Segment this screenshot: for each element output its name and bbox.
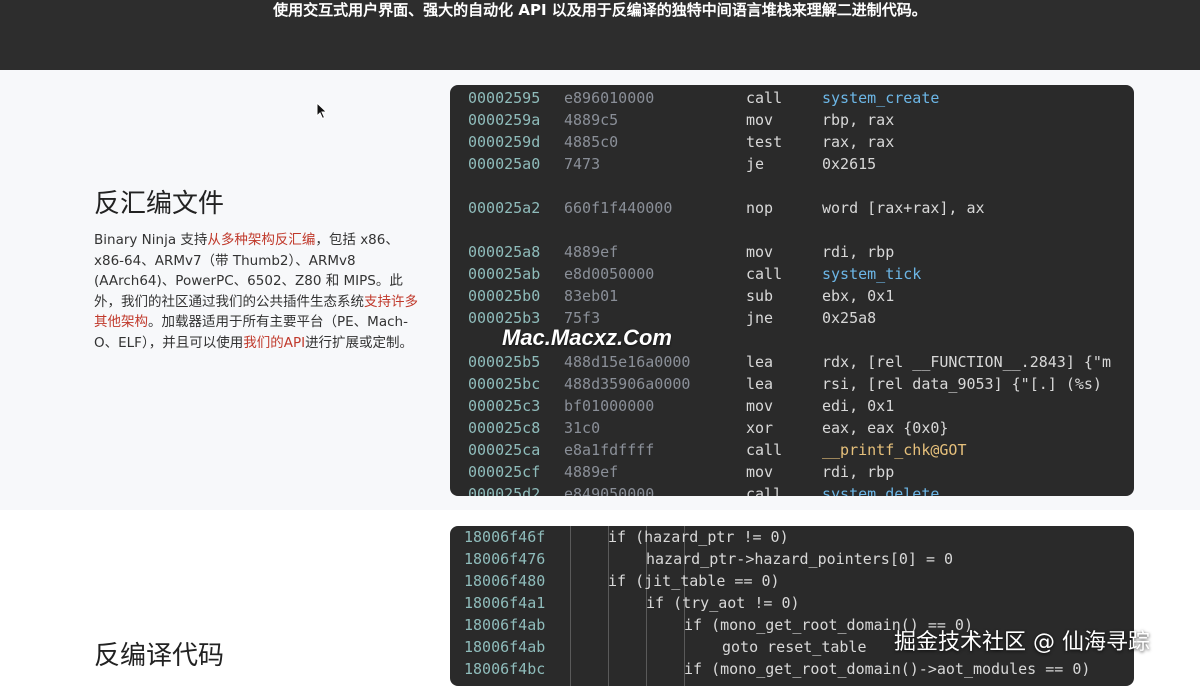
instruction-address: 000025d2	[468, 485, 541, 496]
instruction-bytes: 488d15e16a0000	[564, 353, 691, 371]
instruction-address: 000025b0	[468, 287, 541, 305]
instruction-operands: system_create	[822, 89, 940, 107]
hero-tagline: 使用交互式用户界面、强大的自动化 API 以及用于反编译的独特中间语言堆栈来理解…	[273, 1, 927, 19]
instruction-address: 000025ca	[468, 441, 541, 459]
code-address: 18006f4ab	[464, 638, 546, 656]
instruction-mnemonic: xor	[746, 419, 774, 437]
instruction-bytes: 4889c5	[564, 111, 619, 129]
disassembly-title: 反汇编文件	[94, 189, 225, 219]
code-address: 18006f4a1	[464, 594, 546, 612]
instruction-address: 000025b5	[468, 353, 541, 371]
instruction-address: 0000259a	[468, 111, 541, 129]
instruction-bytes: 83eb01	[564, 287, 619, 305]
code-statement: if (try_aot != 0)	[646, 594, 800, 612]
instruction-bytes: 31c0	[564, 419, 601, 437]
instruction-address: 00002595	[468, 89, 541, 107]
description-text: Binary Ninja 支持	[94, 232, 208, 248]
instruction-mnemonic: mov	[746, 243, 774, 261]
watermark-top: Mac.Macxz.Com	[502, 325, 672, 350]
instruction-bytes: 488d35906a0000	[564, 375, 691, 393]
instruction-bytes: bf01000000	[564, 397, 655, 415]
code-statement: hazard_ptr->hazard_pointers[0] = 0	[646, 550, 954, 568]
instruction-operands: 0x2615	[822, 155, 877, 173]
instruction-mnemonic: lea	[746, 353, 774, 371]
watermark-bottom: 掘金技术社区 @ 仙海寻踪	[894, 630, 1150, 655]
instruction-mnemonic: test	[746, 133, 783, 151]
disassembly-description: Binary Ninja 支持从多种架构反汇编，包括 x86、x86-64、AR…	[94, 230, 424, 353]
description-text: 进行扩展或定制。	[305, 334, 414, 351]
hero-banner: 使用交互式用户界面、强大的自动化 API 以及用于反编译的独特中间语言堆栈来理解…	[0, 0, 1200, 70]
code-address: 18006f46f	[464, 528, 546, 546]
disassembly-code-panel[interactable]: 00002595 e896010000 call system_create 00002…	[450, 85, 1134, 496]
instruction-mnemonic: mov	[746, 111, 774, 129]
instruction-mnemonic: call	[746, 265, 783, 283]
instruction-mnemonic: nop	[746, 199, 774, 217]
instruction-address: 000025bc	[468, 375, 541, 393]
instruction-operands: rdi, rbp	[822, 463, 895, 481]
instruction-address: 000025cf	[468, 463, 541, 481]
decompile-title: 反编译代码	[94, 641, 225, 671]
instruction-operands: rbp, rax	[822, 111, 895, 129]
code-statement: if (jit_table == 0)	[608, 572, 780, 590]
code-address: 18006f4bc	[464, 660, 546, 678]
inline-link[interactable]: 从多种架构反汇编	[207, 232, 315, 248]
instruction-operands: system_tick	[822, 265, 922, 283]
mouse-cursor-icon	[316, 102, 328, 120]
code-address: 18006f480	[464, 572, 546, 590]
instruction-address: 0000259d	[468, 133, 541, 151]
instruction-mnemonic: sub	[746, 287, 774, 305]
instruction-mnemonic: mov	[746, 463, 774, 481]
instruction-operands: rax, rax	[822, 133, 895, 151]
instruction-mnemonic: call	[746, 441, 783, 459]
instruction-operands: edi, 0x1	[822, 397, 895, 415]
indent-guide	[608, 526, 609, 686]
instruction-address: 000025c3	[468, 397, 541, 415]
instruction-address: 000025ab	[468, 265, 541, 283]
instruction-address: 000025a0	[468, 155, 541, 173]
instruction-address: 000025c8	[468, 419, 541, 437]
instruction-bytes: e896010000	[564, 89, 655, 107]
instruction-mnemonic: call	[746, 89, 783, 107]
code-statement: if (hazard_ptr != 0)	[608, 528, 789, 546]
instruction-bytes: 4889ef	[564, 463, 619, 481]
instruction-mnemonic: mov	[746, 397, 774, 415]
instruction-mnemonic: lea	[746, 375, 774, 393]
instruction-operands: eax, eax {0x0}	[822, 419, 949, 437]
instruction-operands: rsi, [rel data_9053] {"[.] (%s)	[822, 375, 1102, 393]
instruction-bytes: 4889ef	[564, 243, 619, 261]
instruction-operands: rdx, [rel __FUNCTION__.2843] {"m	[822, 353, 1111, 371]
instruction-operands: word [rax+rax], ax	[822, 199, 985, 217]
code-statement: if (mono_get_root_domain()->aot_modules …	[684, 660, 1091, 678]
instruction-bytes: e8d0050000	[564, 265, 655, 283]
instruction-address: 000025a2	[468, 199, 541, 217]
inline-link[interactable]: 我们的API	[243, 335, 305, 351]
instruction-bytes: e8a1fdffff	[564, 441, 655, 459]
instruction-bytes: 660f1f440000	[564, 199, 673, 217]
instruction-operands: system_delete	[822, 485, 940, 496]
instruction-operands: __printf_chk@GOT	[822, 441, 967, 459]
code-statement: goto reset_table	[722, 638, 867, 656]
instruction-bytes: 4885c0	[564, 133, 619, 151]
instruction-operands: rdi, rbp	[822, 243, 895, 261]
instruction-mnemonic: je	[746, 155, 765, 173]
indent-guide	[570, 526, 571, 686]
decompile-code-panel[interactable]: 18006f46f if (hazard_ptr != 0) 18006f476 ha…	[450, 526, 1134, 686]
instruction-operands: ebx, 0x1	[822, 287, 895, 305]
code-address: 18006f476	[464, 550, 546, 568]
instruction-bytes: 7473	[564, 155, 601, 173]
instruction-address: 000025a8	[468, 243, 541, 261]
code-address: 18006f4ab	[464, 616, 546, 634]
instruction-mnemonic: call	[746, 485, 783, 496]
instruction-bytes: e849050000	[564, 485, 655, 496]
instruction-mnemonic: jne	[746, 309, 774, 327]
instruction-operands: 0x25a8	[822, 309, 877, 327]
